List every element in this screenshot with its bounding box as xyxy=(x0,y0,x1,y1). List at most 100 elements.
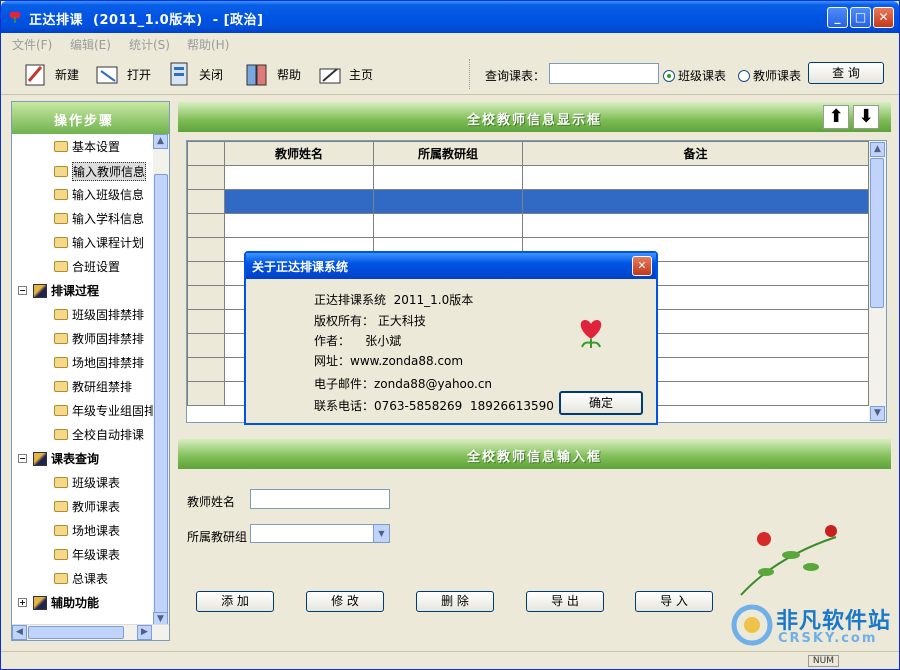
folder-icon xyxy=(54,141,68,152)
sidebar-item-merge-class[interactable]: 合班设置 xyxy=(54,258,120,275)
scroll-thumb[interactable] xyxy=(870,158,884,308)
export-button[interactable]: 导 出 xyxy=(526,591,604,612)
group-icon xyxy=(33,595,47,610)
new-label: 新建 xyxy=(55,67,80,82)
collapse-icon[interactable]: − xyxy=(18,454,27,463)
column-header-name[interactable]: 教师姓名 xyxy=(224,141,374,166)
menu-edit[interactable]: 编辑(E) xyxy=(70,36,111,53)
input-panel-header: 全校教师信息输入框 xyxy=(178,439,891,469)
radio-unchecked-icon xyxy=(738,69,750,82)
display-panel-header: 全校教师信息显示框 xyxy=(178,102,891,132)
ok-button[interactable]: 确定 xyxy=(559,391,643,415)
chevron-down-icon[interactable]: ▼ xyxy=(373,525,389,542)
toolbar-separator xyxy=(469,59,471,89)
folder-icon xyxy=(54,381,68,392)
table-row[interactable] xyxy=(187,213,869,238)
sidebar-item-grade-fixed[interactable]: 年级专业组固排 xyxy=(54,402,156,419)
teaching-group-select[interactable]: ▼ xyxy=(250,524,390,543)
menu-bar: 文件(F) 编辑(E) 统计(S) 帮助(H) xyxy=(1,33,899,53)
scroll-up-icon[interactable]: ▲ xyxy=(870,142,885,157)
watermark-url: CRSKY.com xyxy=(778,631,878,646)
delete-button[interactable]: 删 除 xyxy=(416,591,494,612)
home-label: 主页 xyxy=(349,67,374,82)
close-icon[interactable]: ✕ xyxy=(632,256,652,276)
new-button[interactable]: 新建 xyxy=(21,59,79,89)
expand-icon[interactable]: + xyxy=(18,598,27,607)
app-logo-icon xyxy=(9,11,21,23)
hscroll-thumb[interactable] xyxy=(28,626,124,639)
about-dialog-titlebar: 关于正达排课系统 ✕ xyxy=(246,253,656,279)
new-icon xyxy=(25,64,45,86)
sidebar-item-subject-info[interactable]: 输入学科信息 xyxy=(54,210,144,227)
input-panel-title: 全校教师信息输入框 xyxy=(466,450,602,465)
title-bar: 正达排课 (2011_1.0版本) - [政治] _ □ ✕ xyxy=(1,1,899,33)
folder-icon xyxy=(54,166,68,177)
sidebar-item-grade-table[interactable]: 年级课表 xyxy=(54,546,120,563)
sidebar-item-dept-forbid[interactable]: 教研组禁排 xyxy=(54,378,132,395)
table-row-selected[interactable] xyxy=(187,189,869,214)
menu-file[interactable]: 文件(F) xyxy=(12,36,52,53)
close-doc-button[interactable]: 关闭 xyxy=(165,59,223,89)
radio-class-label: 班级课表 xyxy=(678,69,727,83)
folder-icon xyxy=(54,237,68,248)
open-button[interactable]: 打开 xyxy=(93,59,151,89)
sidebar-item-class-fixed[interactable]: 班级固排禁排 xyxy=(54,306,144,323)
column-header-group[interactable]: 所属教研组 xyxy=(373,141,523,166)
scroll-thumb[interactable] xyxy=(154,174,168,614)
menu-help[interactable]: 帮助(H) xyxy=(187,36,229,53)
home-button[interactable]: 主页 xyxy=(315,59,373,89)
minimize-button[interactable]: _ xyxy=(827,7,848,28)
scroll-left-icon[interactable]: ◀ xyxy=(12,625,27,640)
move-up-button[interactable]: ⬆ xyxy=(823,105,849,129)
sidebar-item-basic-settings[interactable]: 基本设置 xyxy=(54,138,120,155)
arrow-down-icon: ⬇ xyxy=(858,106,874,127)
query-button[interactable]: 查 询 xyxy=(808,62,884,84)
folder-icon xyxy=(54,261,68,272)
table-row[interactable] xyxy=(187,165,869,190)
scroll-down-icon[interactable]: ▼ xyxy=(870,406,885,421)
folder-icon xyxy=(54,501,68,512)
move-down-button[interactable]: ⬇ xyxy=(853,105,879,129)
app-window: 正达排课 (2011_1.0版本) - [政治] _ □ ✕ 文件(F) 编辑(… xyxy=(0,0,900,670)
column-header-notes[interactable]: 备注 xyxy=(522,141,869,166)
import-button[interactable]: 导 入 xyxy=(635,591,713,612)
add-button[interactable]: 添 加 xyxy=(196,591,274,612)
sidebar-header-label: 操作步骤 xyxy=(54,114,115,129)
modify-button[interactable]: 修 改 xyxy=(306,591,384,612)
scroll-up-icon[interactable]: ▲ xyxy=(153,134,168,149)
help-button[interactable]: 帮助 xyxy=(243,59,301,89)
sidebar-item-teacher-info[interactable]: 输入教师信息 xyxy=(54,162,147,181)
radio-teacher-schedule[interactable]: 教师课表 xyxy=(738,67,801,84)
folder-icon xyxy=(54,405,68,416)
radio-class-schedule[interactable]: 班级课表 xyxy=(663,67,726,84)
close-window-button[interactable]: ✕ xyxy=(873,7,894,28)
sidebar-item-class-info[interactable]: 输入班级信息 xyxy=(54,186,144,203)
sidebar-item-course-plan[interactable]: 输入课程计划 xyxy=(54,234,144,251)
menu-stats[interactable]: 统计(S) xyxy=(129,36,170,53)
sidebar-horizontal-scrollbar[interactable]: ◀ ▶ xyxy=(12,624,169,640)
open-label: 打开 xyxy=(127,67,152,82)
maximize-button[interactable]: □ xyxy=(850,7,871,28)
display-panel-title: 全校教师信息显示框 xyxy=(466,113,602,128)
sidebar-item-venue-fixed[interactable]: 场地固排禁排 xyxy=(54,354,144,371)
scroll-right-icon[interactable]: ▶ xyxy=(137,625,152,640)
sidebar-group-scheduling[interactable]: − 排课过程 xyxy=(18,282,99,299)
sidebar-item-venue-table[interactable]: 场地课表 xyxy=(54,522,120,539)
sidebar-vertical-scrollbar[interactable]: ▲ ▼ xyxy=(153,134,169,627)
sidebar-group-tools[interactable]: + 辅助功能 xyxy=(18,594,99,611)
grid-vertical-scrollbar[interactable]: ▲ ▼ xyxy=(869,141,886,422)
folder-icon xyxy=(54,309,68,320)
group-icon xyxy=(33,283,47,298)
sidebar-item-class-table[interactable]: 班级课表 xyxy=(54,474,120,491)
collapse-icon[interactable]: − xyxy=(18,286,27,295)
sidebar-item-teacher-table[interactable]: 教师课表 xyxy=(54,498,120,515)
folder-icon xyxy=(54,189,68,200)
arrow-up-icon: ⬆ xyxy=(828,106,844,127)
teacher-name-input[interactable] xyxy=(250,489,390,509)
sidebar-item-auto-schedule[interactable]: 全校自动排课 xyxy=(54,426,144,443)
sidebar-item-total-table[interactable]: 总课表 xyxy=(54,570,108,587)
sidebar-item-teacher-fixed[interactable]: 教师固排禁排 xyxy=(54,330,144,347)
about-copyright: 版权所有： 正大科技 xyxy=(314,314,426,328)
sidebar-group-query[interactable]: − 课表查询 xyxy=(18,450,99,467)
query-input[interactable] xyxy=(549,63,659,84)
